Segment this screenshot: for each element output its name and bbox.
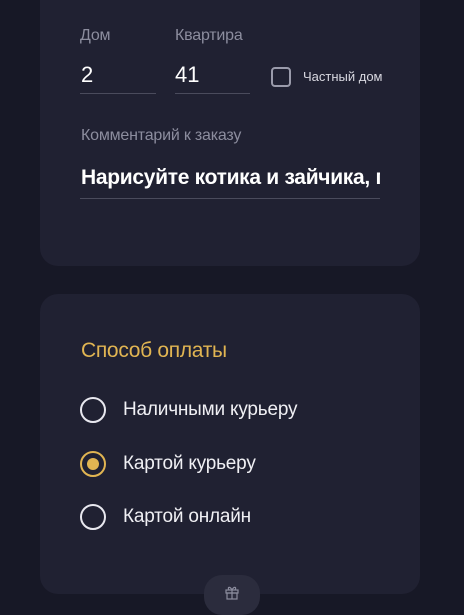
comment-input[interactable]: Нарисуйте котика и зайчика, г [81, 166, 380, 190]
address-card: Дом 2 Квартира 41 Частный дом Комментари… [40, 0, 420, 266]
gift-icon [225, 586, 239, 600]
house-input[interactable]: 2 [81, 62, 155, 88]
comment-underline [80, 198, 380, 199]
payment-option-card-online[interactable]: Картой онлайн [80, 502, 380, 532]
payment-option-label: Картой онлайн [123, 506, 251, 527]
comment-label: Комментарий к заказу [81, 127, 242, 144]
apartment-underline [175, 93, 250, 94]
payment-option-label: Картой курьеру [123, 453, 256, 474]
house-label: Дом [80, 27, 111, 44]
radio-button-selected[interactable] [80, 451, 106, 477]
bottom-gift-tab[interactable] [204, 575, 260, 615]
radio-button[interactable] [80, 397, 106, 423]
apartment-input[interactable]: 41 [175, 62, 249, 88]
payment-method-title: Способ оплаты [81, 339, 227, 362]
payment-option-card-courier[interactable]: Картой курьеру [80, 449, 380, 479]
radio-button[interactable] [80, 504, 106, 530]
apartment-label: Квартира [175, 27, 243, 44]
payment-option-cash-courier[interactable]: Наличными курьеру [80, 395, 380, 425]
house-underline [80, 93, 156, 94]
private-house-checkbox[interactable] [271, 67, 291, 87]
payment-card: Способ оплаты Наличными курьеру Картой к… [40, 294, 420, 594]
payment-option-label: Наличными курьеру [123, 399, 298, 420]
private-house-label[interactable]: Частный дом [303, 69, 383, 84]
